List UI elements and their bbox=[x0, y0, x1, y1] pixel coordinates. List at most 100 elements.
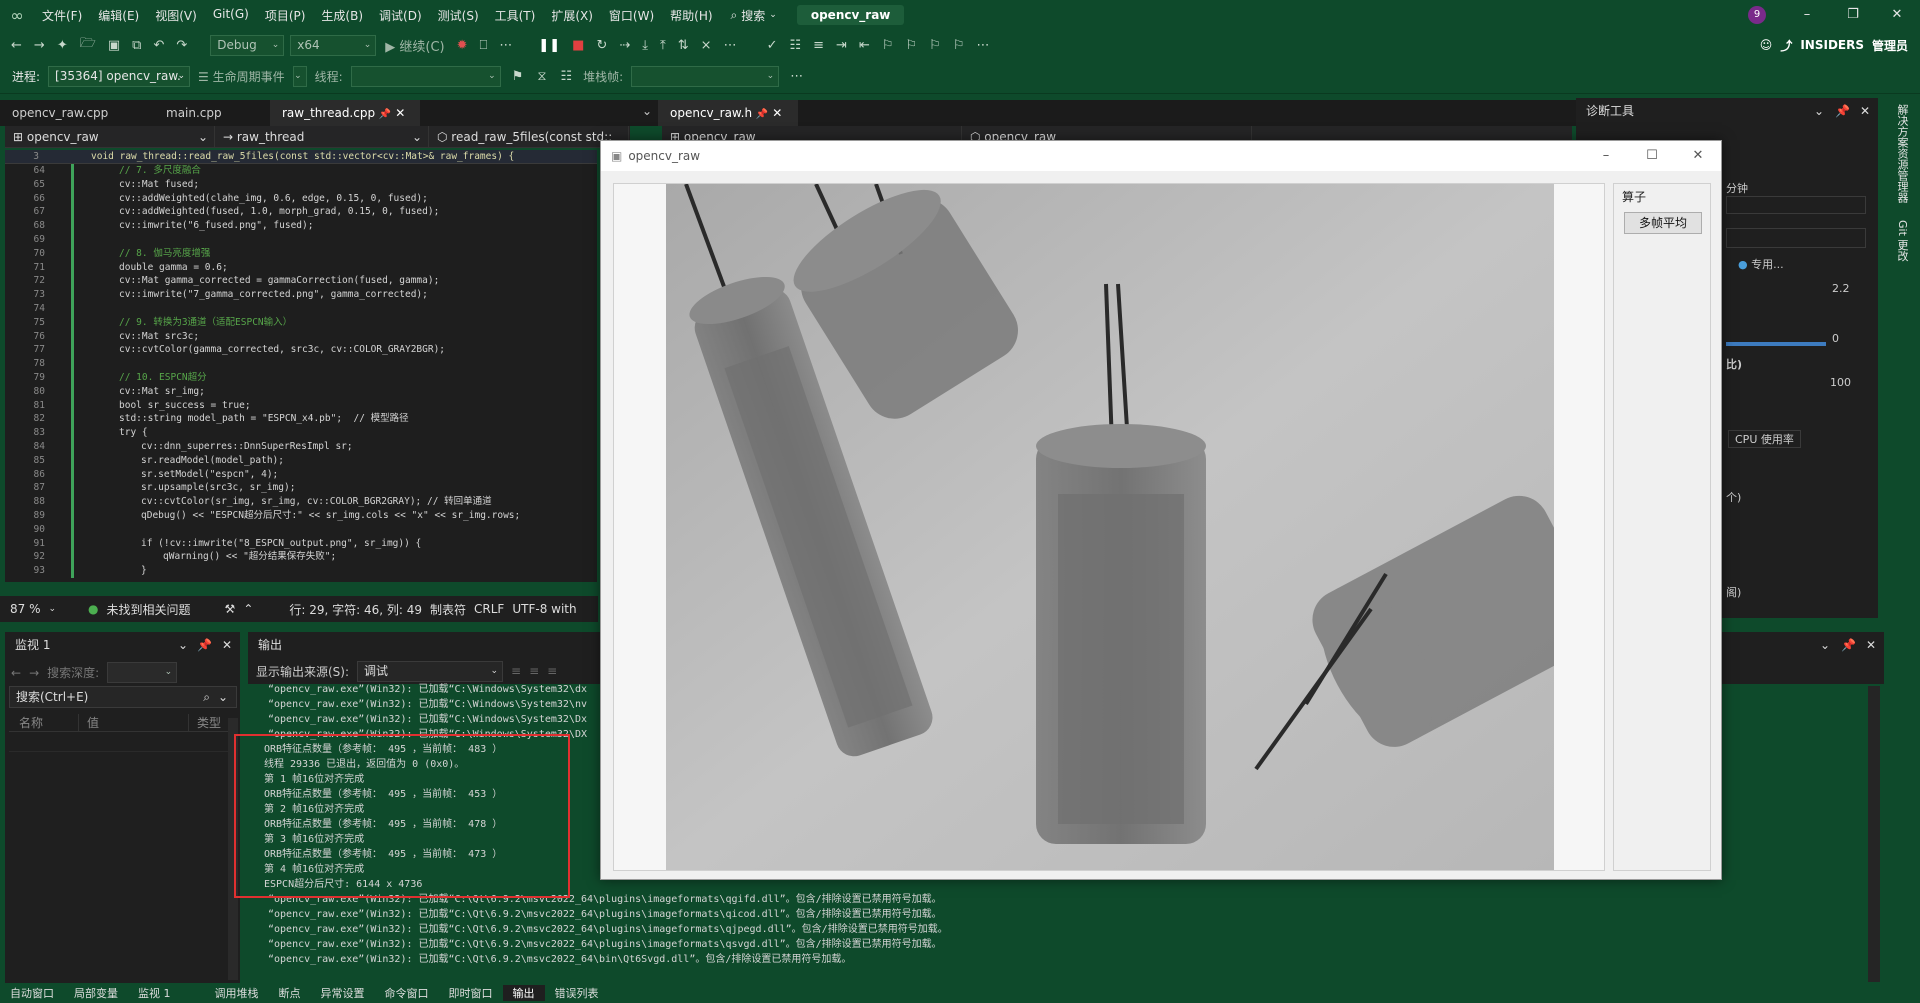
chevron-down-icon[interactable]: ⌄ bbox=[1814, 98, 1824, 124]
nav-member-select[interactable]: ⬡ read_raw_5files(const std:: bbox=[429, 125, 629, 148]
column-type[interactable]: 类型 bbox=[189, 714, 229, 731]
code-line[interactable]: 70 // 8. 伽马亮度增强 bbox=[5, 247, 597, 261]
menu-item[interactable]: 生成(B) bbox=[313, 7, 371, 24]
tab-main-cpp[interactable]: main.cpp bbox=[154, 100, 270, 126]
new-project-icon[interactable]: ✦ bbox=[54, 38, 71, 53]
code-line[interactable]: 81 bool sr_success = true; bbox=[5, 399, 597, 413]
code-line[interactable]: 75 // 9. 转换为3通道（适配ESPCN输入） bbox=[5, 316, 597, 330]
code-line[interactable]: 76 cv::Mat src3c; bbox=[5, 330, 597, 344]
code-line[interactable]: 86 sr.setModel("espcn", 4); bbox=[5, 468, 597, 482]
maximize-icon[interactable]: ☐ bbox=[1629, 141, 1675, 171]
stackframe-select[interactable]: ⌄ bbox=[631, 66, 780, 87]
close-icon[interactable]: ✕ bbox=[222, 632, 232, 658]
code-line[interactable]: 65 cv::Mat fused; bbox=[5, 178, 597, 192]
find-message-icon[interactable]: ≡ bbox=[511, 664, 521, 678]
menu-item[interactable]: 调试(D) bbox=[371, 7, 430, 24]
code-line[interactable]: 92 qWarning() << "超分结果保存失败"; bbox=[5, 550, 597, 564]
flag-icon[interactable]: ⚑ bbox=[509, 69, 527, 84]
hot-reload-icon[interactable]: ✹ bbox=[454, 38, 471, 53]
forward-icon[interactable]: → bbox=[29, 666, 39, 680]
watch-empty-row[interactable] bbox=[9, 734, 231, 752]
close-icon[interactable]: ✕ bbox=[1675, 141, 1721, 171]
cursor-position[interactable]: 行: 29, 字符: 46, 列: 49 bbox=[289, 601, 422, 618]
live-share-icon[interactable]: ⤴ bbox=[1780, 37, 1792, 54]
code-line[interactable]: 88 cv::cvtColor(sr_img, sr_img, cv::COLOR… bbox=[5, 495, 597, 509]
bottom-tab[interactable]: 自动窗口 bbox=[0, 985, 64, 1001]
outdent-icon[interactable]: ⇤ bbox=[856, 38, 873, 53]
timeline-bar[interactable] bbox=[1726, 196, 1866, 214]
menu-item[interactable]: 文件(F) bbox=[34, 7, 90, 24]
save-icon[interactable]: ▣ bbox=[105, 38, 123, 53]
minimize-icon[interactable]: – bbox=[1583, 141, 1629, 171]
nav-scope-select[interactable]: → raw_thread ⌄ bbox=[215, 125, 429, 148]
restore-icon[interactable]: ❐ bbox=[1830, 0, 1876, 30]
code-line[interactable]: 77 cv::cvtColor(gamma_corrected, src3c, c… bbox=[5, 343, 597, 357]
chevron-down-icon[interactable]: ⌄ bbox=[1820, 632, 1830, 658]
column-value[interactable]: 值 bbox=[79, 714, 189, 731]
continue-button[interactable]: ▶ 继续(C) bbox=[382, 36, 447, 55]
back-icon[interactable]: ← bbox=[11, 666, 21, 680]
close-icon[interactable]: ✕ bbox=[1874, 0, 1920, 30]
code-line[interactable]: 82 std::string model_path = "ESPCN_x4.pb"… bbox=[5, 412, 597, 426]
bookmark-prev-icon[interactable]: ⚐ bbox=[903, 38, 921, 53]
save-all-icon[interactable]: ⧉ bbox=[129, 38, 144, 53]
more-icon[interactable]: ⋯ bbox=[787, 69, 806, 84]
code-line[interactable]: 89 qDebug() << "ESPCN超分后尺寸:" << sr_img.co… bbox=[5, 509, 597, 523]
stack-icon[interactable]: ☷ bbox=[557, 69, 575, 84]
lifecycle-events[interactable]: ☰ 生命周期事件 bbox=[198, 68, 285, 85]
sticky-scroll-line[interactable]: 3 void raw_thread::read_raw_5files(const… bbox=[5, 150, 597, 164]
forward-icon[interactable]: → bbox=[31, 38, 48, 53]
git-changes-tab[interactable]: Git 更改 bbox=[1894, 220, 1910, 261]
zoom-level[interactable]: 87 % bbox=[10, 602, 41, 616]
bookmark-clear-icon[interactable]: ⚐ bbox=[950, 38, 968, 53]
redo-icon[interactable]: ↷ bbox=[173, 38, 190, 53]
chevron-up-icon[interactable]: ⌃ bbox=[243, 602, 253, 616]
close-tab-icon[interactable]: ✕ bbox=[395, 106, 405, 120]
cleanup-icon[interactable]: ⚒ bbox=[225, 602, 236, 616]
pin-icon[interactable]: 📌 bbox=[1841, 632, 1856, 658]
tab-overflow-icon[interactable]: ⌄ bbox=[642, 104, 652, 118]
pin-icon[interactable]: 📌 bbox=[1835, 98, 1850, 124]
bottom-tab[interactable]: 断点 bbox=[269, 985, 311, 1001]
code-line[interactable]: 79 // 10. ESPCN超分 bbox=[5, 371, 597, 385]
code-line[interactable]: 64 // 7. 多尺度融合 bbox=[5, 164, 597, 178]
undo-icon[interactable]: ↶ bbox=[150, 38, 167, 53]
chevron-down-icon[interactable]: ⌄ bbox=[218, 687, 228, 707]
code-line[interactable]: 74 bbox=[5, 302, 597, 316]
close-icon[interactable]: ✕ bbox=[1866, 632, 1876, 658]
code-line[interactable]: 73 cv::imwrite("7_gamma_corrected.png", g… bbox=[5, 288, 597, 302]
bottom-tab[interactable]: 输出 bbox=[502, 985, 545, 1001]
bottom-tab[interactable]: 监视 1 bbox=[128, 985, 181, 1001]
code-line[interactable]: 71 double gamma = 0.6; bbox=[5, 261, 597, 275]
menu-item[interactable]: 窗口(W) bbox=[601, 7, 662, 24]
bookmark-next-icon[interactable]: ⚐ bbox=[926, 38, 944, 53]
step-icon[interactable]: ⇢ bbox=[616, 38, 633, 53]
code-line[interactable]: 90 bbox=[5, 523, 597, 537]
pause-icon[interactable]: ❚❚ bbox=[535, 38, 563, 53]
chevron-down-icon[interactable]: ⌄ bbox=[178, 632, 188, 658]
more-icon[interactable]: ⋯ bbox=[496, 38, 515, 53]
lifecycle-dropdown[interactable]: ⌄ bbox=[292, 66, 307, 87]
menu-item[interactable]: 帮助(H) bbox=[662, 7, 720, 24]
output-source-select[interactable]: 调试 ⌄ bbox=[357, 660, 504, 682]
solution-explorer-tab[interactable]: 解决方案资源管理器 bbox=[1894, 104, 1910, 203]
tab-cpu-usage[interactable]: CPU 使用率 bbox=[1728, 430, 1801, 448]
thread-select[interactable]: ⌄ bbox=[350, 66, 501, 87]
code-editor[interactable]: 3 void raw_thread::read_raw_5files(const… bbox=[5, 150, 597, 582]
code-line[interactable]: 69 bbox=[5, 233, 597, 247]
bottom-tab[interactable]: 异常设置 bbox=[311, 985, 375, 1001]
step-over-icon[interactable]: ⇅ bbox=[675, 38, 692, 53]
qt-title-bar[interactable]: ▣ opencv_raw – ☐ ✕ bbox=[601, 141, 1721, 171]
tab-opencv-raw-cpp[interactable]: opencv_raw.cpp bbox=[0, 100, 154, 126]
watch-search-input[interactable]: 搜索(Ctrl+E) ⌕ ⌄ bbox=[9, 686, 237, 708]
code-line[interactable]: 91 if (!cv::imwrite("8_ESPCN_output.png",… bbox=[5, 537, 597, 551]
close-tab-icon[interactable]: ✕ bbox=[772, 106, 782, 120]
code-line[interactable]: 84 cv::dnn_superres::DnnSuperResImpl sr; bbox=[5, 440, 597, 454]
menu-item[interactable]: 项目(P) bbox=[257, 7, 314, 24]
copilot-icon[interactable]: ☺ bbox=[1760, 38, 1773, 52]
tab-opencv-raw-h[interactable]: opencv_raw.h 📌 ✕ bbox=[658, 100, 798, 126]
indent-mode[interactable]: 制表符 bbox=[430, 601, 466, 618]
search-depth-select[interactable]: ⌄ bbox=[107, 662, 178, 683]
bottom-tab[interactable]: 调用堆栈 bbox=[205, 985, 269, 1001]
notification-badge[interactable]: 9 bbox=[1748, 6, 1766, 24]
